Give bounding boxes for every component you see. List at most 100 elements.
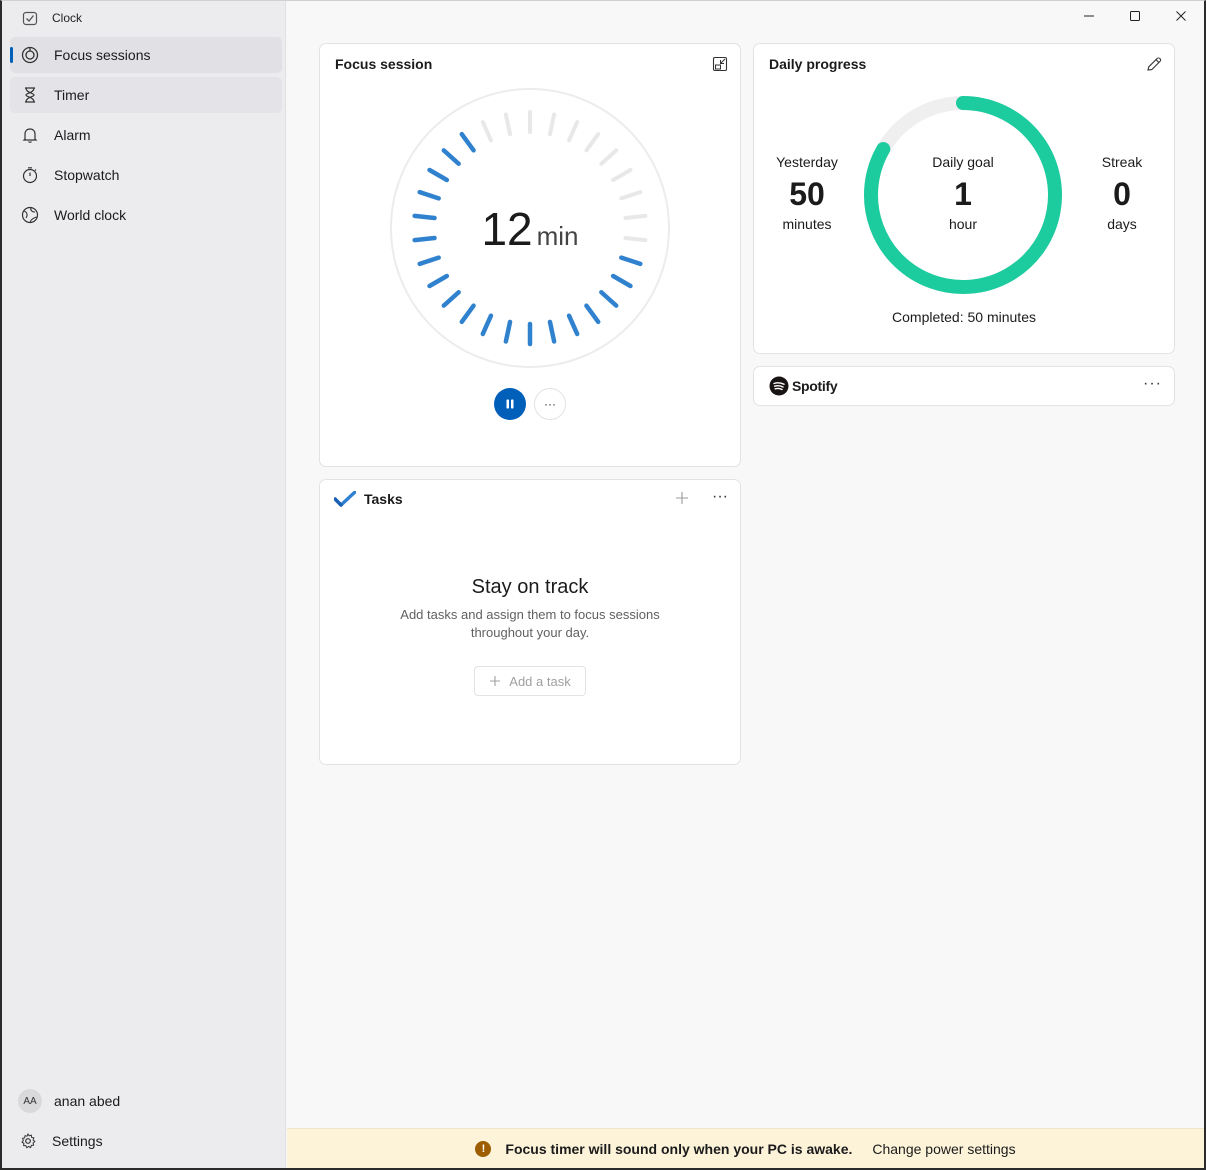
compact-overlay-icon: [712, 56, 728, 72]
todo-check-icon: [334, 491, 356, 507]
avatar: AA: [18, 1089, 42, 1113]
dial-tick-active: [427, 273, 450, 289]
dial-tick-active: [619, 255, 643, 267]
dial-tick: [567, 120, 580, 143]
edit-goal-button[interactable]: [1144, 54, 1164, 74]
close-icon: [1176, 11, 1186, 21]
clock-window: Clock Focus sessions Timer Alarm Stopwat…: [0, 0, 1206, 1170]
sidebar-item-alarm[interactable]: Alarm: [10, 117, 282, 153]
remaining-unit: min: [536, 221, 579, 251]
gear-icon: [21, 1133, 36, 1149]
sidebar-item-label: Stopwatch: [54, 167, 120, 183]
focus-icon: [20, 45, 40, 65]
app-title-bar: Clock: [22, 9, 82, 27]
maximize-button[interactable]: [1112, 1, 1158, 31]
add-task-button[interactable]: Add a task: [474, 666, 586, 696]
spotify-logo: Spotify: [769, 376, 838, 396]
dial-tick-active: [441, 289, 461, 308]
compact-mode-button[interactable]: [710, 54, 730, 74]
spotify-card: Spotify ···: [753, 366, 1175, 406]
pause-icon: [506, 399, 514, 409]
streak-label: Streak: [1101, 154, 1143, 170]
pause-button[interactable]: [494, 388, 526, 420]
dial-tick-active: [427, 167, 450, 183]
streak-stat: Streak 0 days: [1062, 154, 1182, 232]
close-button[interactable]: [1158, 1, 1204, 31]
daily-goal-unit: hour: [948, 216, 978, 232]
focus-session-title: Focus session: [335, 56, 433, 72]
minimize-button[interactable]: [1066, 1, 1112, 31]
dial-tick-active: [480, 313, 494, 337]
daily-goal-label: Daily goal: [932, 154, 994, 170]
dial-tick-active: [417, 189, 441, 201]
sidebar: Clock Focus sessions Timer Alarm Stopwat…: [2, 1, 286, 1168]
daily-progress-card: Daily progress Yesterday 50 minutes Dail…: [753, 43, 1175, 354]
dial-tick-active: [441, 148, 461, 167]
sidebar-item-timer[interactable]: Timer: [10, 77, 282, 113]
banner-message: Focus timer will sound only when your PC…: [505, 1140, 853, 1157]
maximize-icon: [1130, 11, 1140, 21]
dial-tick-active: [566, 313, 580, 337]
settings-button[interactable]: Settings: [20, 1133, 103, 1149]
dial-tick-active: [599, 289, 619, 308]
power-warning-banner: ! Focus timer will sound only when your …: [287, 1128, 1204, 1168]
add-task-label: Add a task: [509, 673, 571, 689]
dial-tick: [611, 168, 633, 182]
tasks-card: Tasks ··· Stay on track Add tasks and as…: [319, 479, 741, 765]
hourglass-icon: [20, 85, 40, 105]
dial-tick-active: [584, 303, 601, 325]
daily-progress-title: Daily progress: [769, 56, 867, 72]
dial-tick: [503, 112, 513, 137]
tasks-empty-description: Add tasks and assign them to focus sessi…: [400, 607, 660, 640]
spotify-icon: [769, 376, 789, 396]
tasks-more-button[interactable]: ···: [712, 488, 728, 506]
yesterday-value: 50: [789, 176, 825, 212]
settings-label: Settings: [52, 1133, 103, 1149]
focus-session-card: Focus session 12 min ···: [319, 43, 741, 467]
completed-text: Completed: 50 minutes: [892, 309, 1036, 325]
focus-more-button[interactable]: ···: [534, 388, 566, 420]
dial-tick-active: [459, 303, 476, 325]
dial-tick-active: [547, 319, 557, 344]
dial-tick-active: [610, 273, 633, 289]
daily-goal-value: 1: [954, 176, 972, 212]
dial-tick-active: [459, 131, 476, 153]
app-title: Clock: [52, 11, 83, 25]
clock-app-icon: [22, 11, 38, 26]
selected-indicator: [10, 47, 13, 63]
streak-unit: days: [1107, 216, 1137, 232]
tasks-header: Tasks: [334, 491, 403, 507]
bell-icon: [20, 125, 40, 145]
sidebar-item-stopwatch[interactable]: Stopwatch: [10, 157, 282, 193]
sidebar-nav: Focus sessions Timer Alarm Stopwatch Wor…: [10, 37, 282, 237]
spotify-name: Spotify: [792, 378, 838, 394]
pencil-icon: [1147, 57, 1162, 71]
plus-icon: [490, 676, 501, 686]
sidebar-item-focus-sessions[interactable]: Focus sessions: [10, 37, 282, 73]
globe-icon: [20, 205, 40, 225]
remaining-value: 12: [481, 203, 533, 255]
minimize-icon: [1084, 15, 1094, 17]
streak-value: 0: [1113, 176, 1131, 212]
sidebar-item-world-clock[interactable]: World clock: [10, 197, 282, 233]
yesterday-label: Yesterday: [776, 154, 838, 170]
remaining-time: 12 min: [390, 202, 670, 256]
main-content: Focus session 12min ··· Daily progress: [287, 1, 1204, 1168]
add-task-icon-button[interactable]: [670, 486, 694, 510]
dial-tick-active: [417, 255, 441, 267]
yesterday-stat: Yesterday 50 minutes: [747, 154, 867, 232]
change-power-settings-link[interactable]: Change power settings: [872, 1141, 1015, 1157]
dial-tick-active: [503, 319, 513, 344]
dial-tick: [480, 120, 493, 143]
spotify-more-button[interactable]: ···: [1143, 375, 1162, 393]
dial-tick: [547, 112, 557, 137]
yesterday-unit: minutes: [782, 216, 832, 232]
sidebar-item-label: Alarm: [54, 127, 91, 143]
dial-tick: [599, 148, 619, 166]
warning-icon: !: [475, 1140, 492, 1157]
dial-tick: [584, 132, 601, 153]
dial-tick: [619, 190, 643, 201]
user-account[interactable]: AA anan abed: [18, 1089, 120, 1113]
daily-goal-stat: Daily goal 1 hour: [903, 154, 1023, 232]
stopwatch-icon: [20, 165, 40, 185]
